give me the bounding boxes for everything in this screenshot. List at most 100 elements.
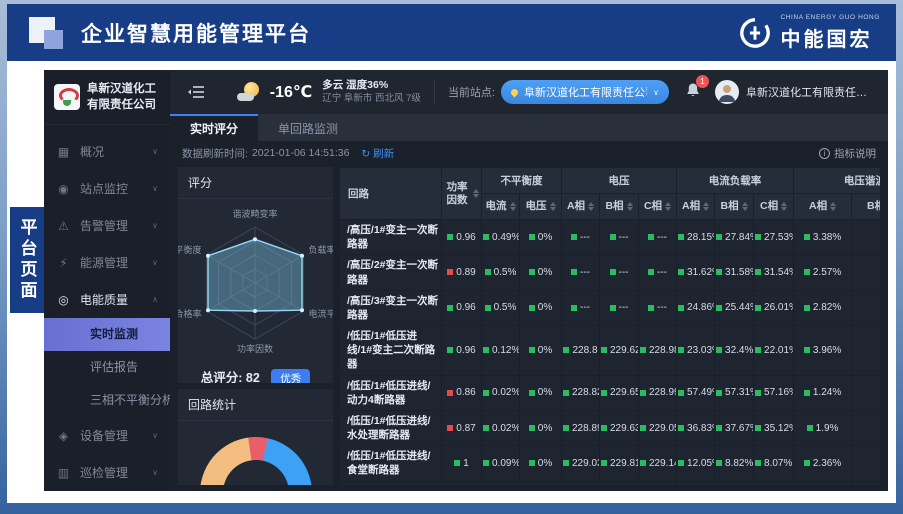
sort-icon[interactable] [830, 202, 836, 211]
table-row[interactable]: /低压/1#低压进线/食堂断路器10.09%0%229.03229.81229.… [340, 446, 881, 481]
circuit-name-cell[interactable]: /低压/1#低压进线/机修断路器 [340, 481, 442, 485]
value-cell: 1.9% [794, 410, 852, 445]
indicator-help-link[interactable]: i 指标说明 [819, 146, 876, 161]
column-header[interactable]: 功率因数 [442, 168, 482, 220]
value-cell: --- [639, 290, 677, 325]
refresh-button[interactable]: ↻ 刷新 [361, 146, 394, 161]
sidebar-item-label: 巡检管理 [80, 464, 128, 481]
value-cell [852, 481, 880, 485]
sort-icon[interactable] [742, 202, 748, 211]
status-square-icon [755, 390, 761, 396]
tab-realtime-score[interactable]: 实时评分 [170, 114, 258, 141]
column-header[interactable]: 电压 [520, 194, 562, 220]
weather-widget: -16℃ 多云 湿度36% 辽宁 阜新市 西北风 7级 [237, 79, 421, 105]
sidebar-item-alarm[interactable]: ⚠告警管理∨ [44, 207, 170, 244]
column-header[interactable]: C相 [639, 194, 677, 220]
sort-icon[interactable] [550, 202, 556, 211]
table-row[interactable]: /低压/1#低压进线/机修断路器0.530.21%0%228.75229.822… [340, 481, 881, 485]
table-row[interactable]: /高压/2#变主一次断路器0.890.5%0%---------31.62%31… [340, 255, 881, 290]
sidebar-item-overview[interactable]: ▦概况∨ [44, 133, 170, 170]
table-row[interactable]: /低压/1#低压进线/动力4断路器0.860.02%0%228.82229.65… [340, 375, 881, 410]
collapse-sidebar-icon[interactable] [188, 85, 204, 99]
weather-condition: 多云 湿度36% [322, 79, 421, 93]
column-header[interactable]: A相 [677, 194, 715, 220]
status-square-icon [483, 425, 489, 431]
value-cell: 229.03 [562, 446, 600, 481]
column-header[interactable]: B相 [852, 194, 880, 220]
table-row[interactable]: /高压/1#变主一次断路器0.960.49%0%---------28.15%2… [340, 220, 881, 255]
value-cell: 229.62 [600, 326, 639, 376]
sort-icon[interactable] [510, 202, 516, 211]
cube-icon: ◈ [56, 429, 71, 443]
site-selector-value: 阜新汉道化工有限责任公司 [524, 84, 647, 100]
sidebar-item-device[interactable]: ◈设备管理∨ [44, 417, 170, 454]
sidebar-item-label: 告警管理 [80, 217, 128, 234]
site-selector[interactable]: 阜新汉道化工有限责任公司 ∨ [501, 80, 669, 104]
status-square-icon [454, 460, 460, 466]
sidebar-subitem[interactable]: 评估报告 [44, 351, 170, 384]
table-row[interactable]: /低压/1#低压进线/水处理断路器0.870.02%0%228.89229.63… [340, 410, 881, 445]
total-score: 总评分: 82 优秀 [178, 367, 333, 383]
table-row[interactable]: /低压/1#低压进线/1#变主二次断路器0.960.12%0%228.8229.… [340, 326, 881, 376]
bar-chart-icon: ▥ [56, 466, 71, 480]
value-cell: 26.01% [754, 290, 794, 325]
sidebar-item-power-quality[interactable]: ◎电能质量∧ [44, 281, 170, 318]
status-square-icon [563, 347, 569, 353]
username[interactable]: 阜新汉道化工有限责任公... [746, 84, 876, 100]
status-square-icon [563, 460, 569, 466]
value-cell: 57.49% [677, 375, 715, 410]
sidebar-item-energy[interactable]: ⚡能源管理∨ [44, 244, 170, 281]
tab-single-circuit[interactable]: 单回路监测 [258, 114, 358, 141]
sort-icon[interactable] [588, 202, 594, 211]
sidebar-item-inspection[interactable]: ▥巡检管理∨ [44, 454, 170, 491]
column-header[interactable]: A相 [794, 194, 852, 220]
value-cell: 0% [520, 220, 562, 255]
status-square-icon [678, 425, 684, 431]
column-header[interactable]: A相 [562, 194, 600, 220]
circuit-name-cell[interactable]: /高压/1#变主一次断路器 [340, 220, 442, 255]
circuit-stats-panel: 回路统计 [178, 389, 333, 485]
sidebar-subitem[interactable]: 实时监测 [44, 318, 170, 351]
status-square-icon [678, 234, 684, 240]
circuit-name-cell[interactable]: /低压/1#低压进线/1#变主二次断路器 [340, 326, 442, 376]
status-square-icon [483, 234, 489, 240]
status-square-icon [447, 269, 453, 275]
circuit-name-cell[interactable]: /高压/3#变主一次断路器 [340, 290, 442, 325]
value-cell: 0% [520, 446, 562, 481]
circuit-name-cell[interactable]: /低压/1#低压进线/水处理断路器 [340, 410, 442, 445]
column-header[interactable]: C相 [754, 194, 794, 220]
table-row[interactable]: /高压/3#变主一次断路器0.960.5%0%---------24.86%25… [340, 290, 881, 325]
main-area: -16℃ 多云 湿度36% 辽宁 阜新市 西北风 7级 当前站点: 阜新汉道化工… [170, 70, 888, 491]
sort-icon[interactable] [473, 189, 479, 198]
sort-icon[interactable] [665, 202, 671, 211]
sort-icon[interactable] [781, 202, 787, 211]
status-square-icon [678, 305, 684, 311]
sort-icon[interactable] [627, 202, 633, 211]
value-cell: 27.53% [754, 220, 794, 255]
user-avatar[interactable] [715, 80, 739, 104]
circuit-name-cell[interactable]: /高压/2#变主一次断路器 [340, 255, 442, 290]
status-square-icon [601, 425, 607, 431]
value-cell: 57.16% [754, 375, 794, 410]
circuit-name-cell[interactable]: /低压/1#低压进线/食堂断路器 [340, 446, 442, 481]
value-cell: 0.5% [482, 290, 520, 325]
value-cell: 2.36% [794, 446, 852, 481]
value-cell: --- [600, 220, 639, 255]
status-square-icon [529, 269, 535, 275]
sort-icon[interactable] [703, 202, 709, 211]
brand-en-text: CHINA ENERGY GUO HONG [780, 14, 880, 21]
refresh-bar: 数据刷新时间: 2021-01-06 14:51:36 ↻ 刷新 i 指标说明 [170, 141, 888, 165]
circuit-name-cell[interactable]: /低压/1#低压进线/动力4断路器 [340, 375, 442, 410]
column-header[interactable]: B相 [600, 194, 639, 220]
value-cell [852, 446, 880, 481]
platform-logo-icon [29, 11, 69, 55]
value-cell [852, 326, 880, 376]
value-cell: 0% [520, 255, 562, 290]
notification-bell[interactable]: 1 [685, 82, 701, 103]
sidebar-item-station-monitor[interactable]: ◉站点监控∨ [44, 170, 170, 207]
column-header[interactable]: 电流 [482, 194, 520, 220]
column-header[interactable]: B相 [715, 194, 754, 220]
sidebar-subitem[interactable]: 三相不平衡分析 [44, 384, 170, 417]
column-group-header: 电压 [562, 168, 677, 194]
status-square-icon [678, 269, 684, 275]
